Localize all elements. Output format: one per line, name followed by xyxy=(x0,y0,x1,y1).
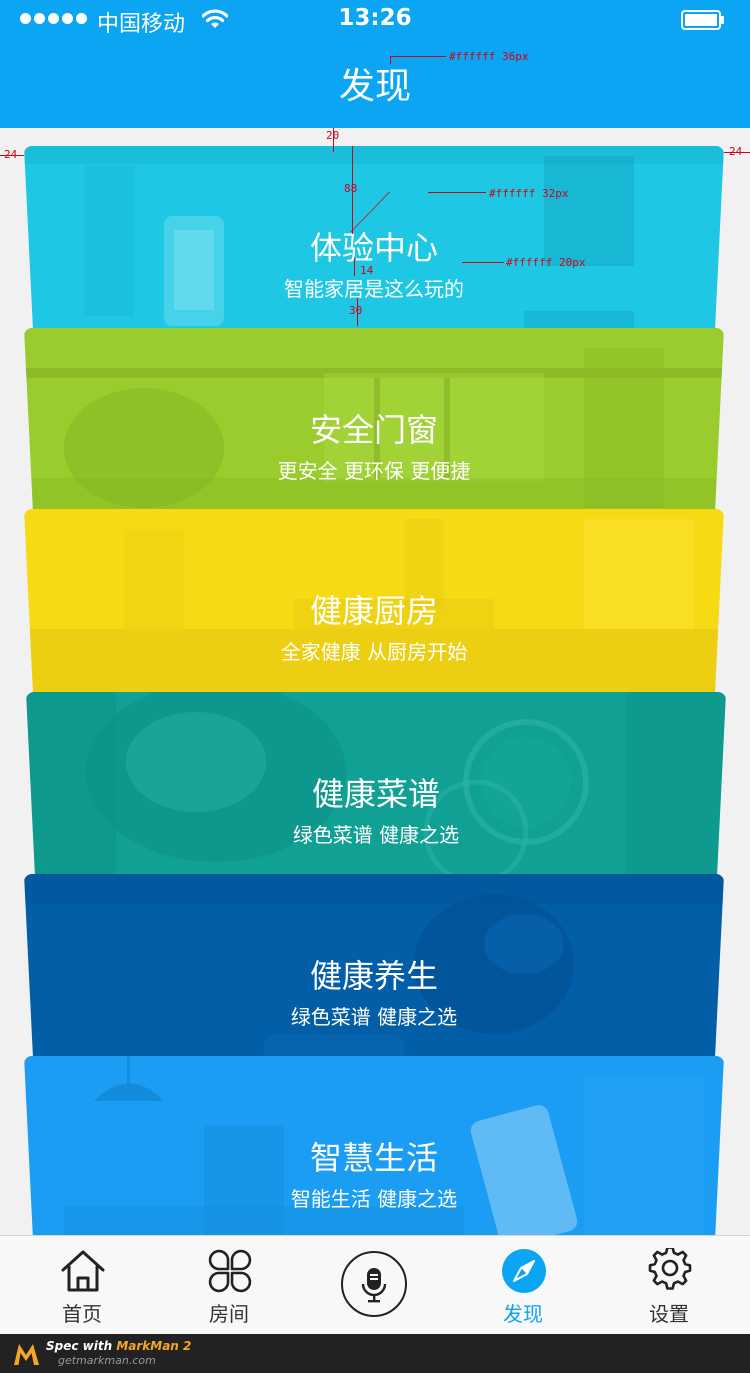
spec-leader-line xyxy=(390,56,391,64)
card-subtitle: 绿色菜谱 健康之选 xyxy=(292,823,460,847)
card-experience-center[interactable]: 体验中心 智能家居是这么玩的 xyxy=(24,146,724,346)
tab-label: 发现 xyxy=(503,1302,543,1326)
card-healthy-kitchen[interactable]: 健康厨房 全家健康 从厨房开始 xyxy=(24,509,724,709)
card-title: 智慧生活 xyxy=(309,1139,438,1177)
spec-leader-line xyxy=(428,192,486,193)
card-security-doors-windows[interactable]: 安全门窗 更安全 更环保 更便捷 xyxy=(24,328,724,528)
card-healthy-recipes[interactable]: 健康菜谱 绿色菜谱 健康之选 xyxy=(26,692,726,892)
tab-rooms[interactable]: 房间 xyxy=(174,1236,284,1335)
spec-title-top: 88 xyxy=(344,182,358,195)
watermark-text: Spec with MarkMan 2 xyxy=(46,1339,191,1353)
card-title: 健康厨房 xyxy=(309,592,438,630)
voice-button[interactable] xyxy=(341,1251,407,1317)
spec-label-card-subtitle: #ffffff 20px xyxy=(506,256,586,269)
card-title: 安全门窗 xyxy=(309,411,438,449)
card-smart-living[interactable]: 智慧生活 智能生活 健康之选 xyxy=(24,1056,724,1235)
spec-leader-line xyxy=(462,262,504,263)
card-title: 体验中心 xyxy=(309,229,438,267)
tab-discover[interactable]: 发现 xyxy=(468,1236,578,1335)
bottom-tab-bar: 首页 房间 发现 设置 xyxy=(0,1235,750,1335)
battery-icon xyxy=(681,10,724,30)
markman-logo-icon xyxy=(14,1344,39,1365)
compass-icon xyxy=(502,1249,546,1293)
spec-side-right: 24 xyxy=(729,145,743,158)
spec-label-card-title: #ffffff 32px xyxy=(489,187,569,200)
rooms-icon xyxy=(208,1249,252,1293)
page-title: 发现 xyxy=(338,66,411,107)
tab-label: 首页 xyxy=(62,1302,102,1326)
tab-label: 设置 xyxy=(649,1302,689,1326)
spec-title-sub-gap: 14 xyxy=(360,264,374,277)
discover-card-list[interactable]: 体验中心 智能家居是这么玩的 安全门窗 更安全 更环保 更便捷 健康厨房 全家健… xyxy=(0,128,750,1235)
spec-leader-line xyxy=(390,56,446,57)
watermark-site: getmarkman.com xyxy=(58,1354,156,1367)
card-health-preservation[interactable]: 健康养生 绿色菜谱 健康之选 xyxy=(24,874,724,1074)
spec-side-left: 24 xyxy=(4,148,18,161)
microphone-icon xyxy=(361,1268,387,1303)
card-title: 健康养生 xyxy=(309,957,438,995)
card-subtitle: 智能生活 健康之选 xyxy=(290,1187,458,1211)
card-title: 健康菜谱 xyxy=(311,775,440,813)
card-subtitle: 智能家居是这么玩的 xyxy=(284,277,464,301)
tab-label: 房间 xyxy=(209,1302,249,1326)
markman-watermark: Spec with MarkMan 2 getmarkman.com xyxy=(0,1334,750,1373)
card-subtitle: 更安全 更环保 更便捷 xyxy=(277,459,471,483)
card-subtitle: 绿色菜谱 健康之选 xyxy=(290,1005,458,1029)
spec-sub-bottom: 30 xyxy=(349,304,363,317)
watermark-prefix: Spec with xyxy=(46,1339,113,1353)
spec-measure-line xyxy=(354,258,355,276)
spec-label-nav-title: #ffffff 36px xyxy=(449,50,529,63)
status-bar: 中国移动 13:26 xyxy=(0,0,750,40)
gear-icon xyxy=(648,1248,692,1290)
top-bar: 中国移动 13:26 发现 xyxy=(0,0,750,128)
watermark-brand: MarkMan 2 xyxy=(116,1339,192,1353)
spec-gap-top: 20 xyxy=(326,129,340,142)
tab-home[interactable]: 首页 xyxy=(27,1236,137,1335)
card-subtitle: 全家健康 从厨房开始 xyxy=(280,640,468,664)
status-time: 13:26 xyxy=(338,5,412,31)
tab-settings[interactable]: 设置 xyxy=(614,1236,724,1335)
home-icon xyxy=(61,1250,105,1292)
